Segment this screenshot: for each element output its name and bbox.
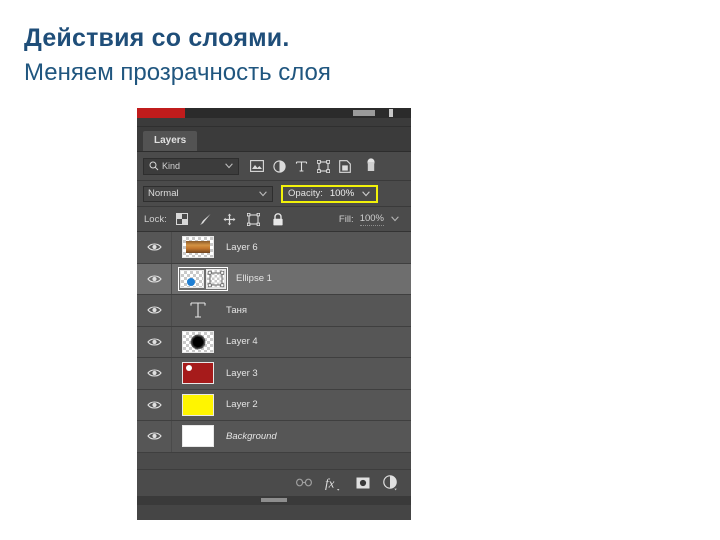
page-subtitle: Меняем прозрачность слоя <box>24 58 331 86</box>
thumbnail-content <box>186 365 192 372</box>
thumbnail-red-fill <box>182 362 214 385</box>
filter-kind-label: Kind <box>162 161 181 171</box>
filter-toggle-icon[interactable] <box>362 158 380 174</box>
thumbnail-content <box>190 334 206 350</box>
lock-artboard-icon[interactable] <box>245 212 263 226</box>
chevron-down-icon[interactable] <box>361 190 371 197</box>
app-top-strip <box>137 108 411 118</box>
layer-name[interactable]: Layer 6 <box>224 242 258 253</box>
table-row[interactable]: Таня <box>137 295 411 327</box>
layer-thumbnail[interactable] <box>172 330 224 353</box>
table-row[interactable]: Layer 2 <box>137 389 411 421</box>
layer-visibility-toggle[interactable] <box>137 326 172 357</box>
shape-layer-thumbnails <box>178 266 228 291</box>
layer-name[interactable]: Layer 2 <box>224 399 258 410</box>
layer-visibility-toggle[interactable] <box>137 232 172 263</box>
layer-visibility-toggle[interactable] <box>137 358 172 389</box>
blend-mode-select[interactable]: Normal <box>143 185 273 202</box>
top-strip-red-accent <box>137 108 185 118</box>
layer-thumbnail[interactable] <box>172 300 224 320</box>
page-title: Действия со слоями. <box>24 24 290 52</box>
resize-grip[interactable] <box>261 498 287 502</box>
chevron-down-icon[interactable] <box>390 216 400 222</box>
layer-thumbnail[interactable] <box>172 236 224 259</box>
fill-control[interactable]: Fill: 100% <box>339 213 404 226</box>
filter-type-icons <box>248 158 405 174</box>
layer-visibility-toggle[interactable] <box>137 263 172 294</box>
table-row[interactable]: Ellipse 1 <box>137 263 411 295</box>
layer-thumbnail[interactable] <box>172 425 224 448</box>
layer-filter-row: Kind <box>137 152 411 181</box>
panel-sub-strip <box>137 118 411 127</box>
lock-icons-group <box>173 212 287 226</box>
opacity-value[interactable]: 100% <box>330 188 354 199</box>
lock-all-icon[interactable] <box>269 212 287 226</box>
lock-position-icon[interactable] <box>221 213 239 226</box>
layer-mask-icon[interactable] <box>356 477 370 489</box>
layer-visibility-toggle[interactable] <box>137 295 172 326</box>
layer-name[interactable]: Таня <box>224 305 247 316</box>
layer-thumbnail[interactable] <box>172 393 224 416</box>
lock-label: Lock: <box>144 213 167 225</box>
search-icon <box>148 161 159 171</box>
layer-list-spacer <box>137 452 411 469</box>
thumbnail-content <box>186 241 210 254</box>
layer-name[interactable]: Layer 3 <box>224 368 258 379</box>
tab-layers[interactable]: Layers <box>143 131 198 151</box>
smart-object-filter-icon[interactable] <box>336 159 354 173</box>
panel-tab-row: Layers <box>137 127 411 152</box>
layer-style-fx-icon[interactable]: fx <box>325 475 343 491</box>
thumbnail-black-blob <box>182 330 214 353</box>
top-strip-fill <box>185 108 353 118</box>
fill-value[interactable]: 100% <box>359 213 384 226</box>
type-layer-icon <box>189 300 207 320</box>
layer-thumbnail[interactable] <box>172 362 224 385</box>
top-strip-chip <box>353 110 375 116</box>
table-row[interactable]: Layer 3 <box>137 358 411 390</box>
chevron-down-icon[interactable] <box>258 190 268 197</box>
adjustment-layer-icon[interactable] <box>383 474 399 491</box>
layer-name[interactable]: Ellipse 1 <box>234 273 272 284</box>
lock-image-icon[interactable] <box>197 213 215 226</box>
layer-visibility-toggle[interactable] <box>137 421 172 452</box>
chevron-down-icon[interactable] <box>224 163 234 169</box>
lock-fill-row: Lock: Fill: 100% <box>137 207 411 232</box>
layer-thumbnail[interactable] <box>172 266 234 291</box>
pixel-layer-filter-icon[interactable] <box>248 160 266 172</box>
slide-heading: Действия со слоями. Меняем прозрачность … <box>24 24 584 87</box>
fill-label: Fill: <box>338 213 354 225</box>
thumbnail-white-fill <box>182 425 214 448</box>
thumbnail-vector-mask <box>206 268 226 289</box>
table-row[interactable]: Layer 4 <box>137 326 411 358</box>
filter-kind-select[interactable]: Kind <box>143 157 239 175</box>
layers-panel: Layers Kind Normal Opacity: 100% Lock: F… <box>137 108 411 520</box>
thumbnail-image-food <box>182 236 214 259</box>
layer-visibility-toggle[interactable] <box>137 389 172 420</box>
svg-text:fx: fx <box>325 475 335 490</box>
thumbnail-shape-fill <box>180 269 204 288</box>
layer-name[interactable]: Layer 4 <box>224 336 258 347</box>
layer-name[interactable]: Background <box>224 431 277 442</box>
table-row[interactable]: Background <box>137 421 411 453</box>
blend-opacity-row: Normal Opacity: 100% <box>137 181 411 207</box>
table-row[interactable]: Layer 6 <box>137 232 411 264</box>
lock-transparency-icon[interactable] <box>173 213 191 225</box>
type-layer-filter-icon[interactable] <box>292 160 310 173</box>
layer-list: Layer 6 Ellipse 1 Таня Layer 4 Layer 3 L… <box>137 232 411 453</box>
thumbnail-yellow-fill <box>182 393 214 416</box>
adjustment-layer-filter-icon[interactable] <box>270 159 288 173</box>
link-layers-icon[interactable] <box>296 478 312 487</box>
thumbnail-content <box>187 277 195 286</box>
blend-mode-value: Normal <box>148 188 179 199</box>
opacity-label: Opacity: <box>288 188 323 199</box>
shape-layer-filter-icon[interactable] <box>314 159 332 173</box>
opacity-control-highlighted[interactable]: Opacity: 100% <box>281 184 379 203</box>
top-strip-chip-small <box>389 109 393 117</box>
panel-footer-grip-bar <box>137 495 411 505</box>
panel-bottom-toolbar: fx <box>137 468 411 496</box>
